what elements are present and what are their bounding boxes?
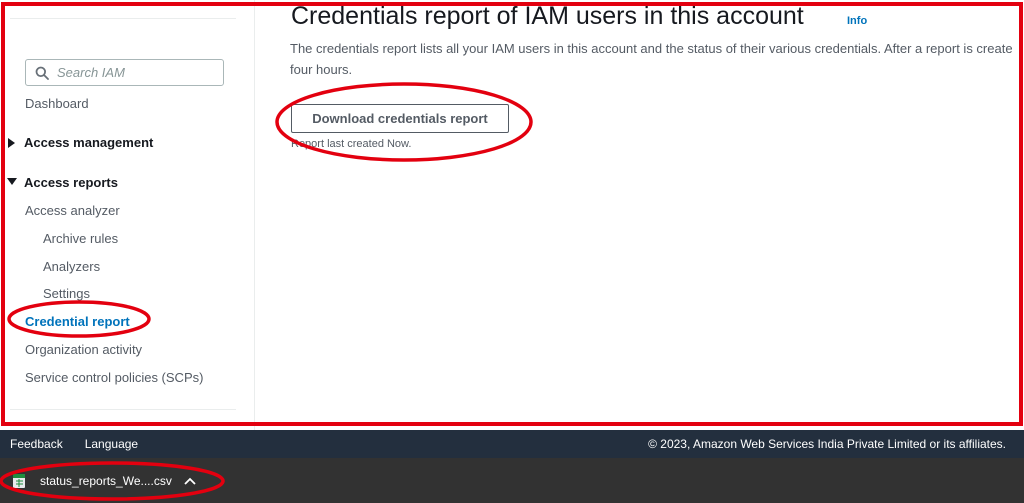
search-input[interactable] [57,65,217,80]
copyright-text: © 2023, Amazon Web Services India Privat… [648,437,1006,451]
download-credentials-report-button[interactable]: Download credentials report [291,104,509,133]
description-line: four hours. [290,62,353,77]
download-bar: status_reports_We....csv [0,458,1024,503]
nav-scps[interactable]: Service control policies (SCPs) [25,370,203,385]
divider [10,18,236,19]
language-link[interactable]: Language [85,437,138,451]
footer: Feedback Language © 2023, Amazon Web Ser… [0,430,1024,458]
nav-access-management[interactable]: Access management [24,135,153,150]
search-box[interactable] [25,59,224,86]
caret-down-icon[interactable] [7,178,17,185]
page-title: Credentials report of IAM users in this … [291,2,804,30]
divider [10,409,236,410]
search-icon [35,66,49,80]
nav-credential-report[interactable]: Credential report [25,314,130,329]
nav-access-reports[interactable]: Access reports [24,175,118,190]
nav-dashboard[interactable]: Dashboard [25,96,89,111]
sidebar: Dashboard Access management Access repor… [0,0,255,430]
nav-archive-rules[interactable]: Archive rules [43,231,118,246]
nav-settings[interactable]: Settings [43,286,90,301]
csv-file-icon [13,474,25,488]
caret-right-icon[interactable] [8,138,15,148]
page-description: The credentials report lists all your IA… [290,38,1024,80]
downloaded-file-name: status_reports_We....csv [40,474,172,488]
nav-organization-activity[interactable]: Organization activity [25,342,142,357]
nav-access-analyzer[interactable]: Access analyzer [25,203,120,218]
description-line: The credentials report lists all your IA… [290,41,1013,56]
chevron-up-icon[interactable] [184,477,196,485]
report-status-text: Report last created Now. [291,138,412,150]
info-link[interactable]: Info [847,15,867,27]
nav-analyzers[interactable]: Analyzers [43,259,100,274]
downloaded-file[interactable]: status_reports_We....csv [12,468,172,494]
feedback-link[interactable]: Feedback [10,437,63,451]
